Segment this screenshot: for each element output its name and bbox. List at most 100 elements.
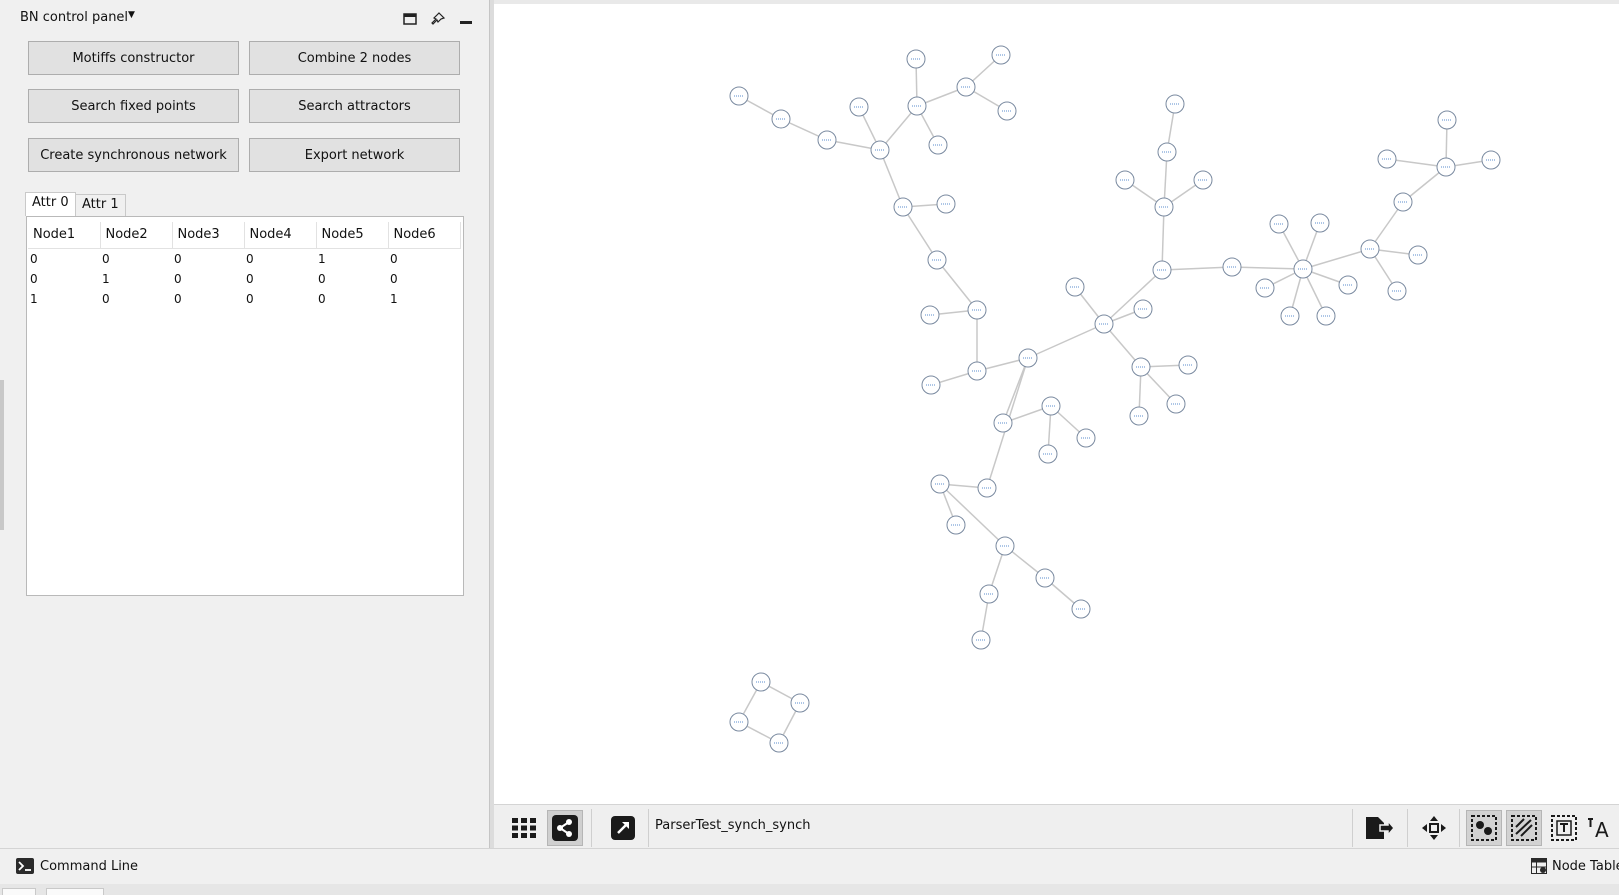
network-node[interactable] bbox=[1018, 348, 1038, 368]
network-node[interactable] bbox=[1436, 157, 1456, 177]
select-annotations-button[interactable] bbox=[1546, 810, 1582, 846]
tab-attr-1[interactable]: Attr 1 bbox=[75, 194, 126, 216]
network-node[interactable] bbox=[771, 109, 791, 129]
select-nodes-button[interactable] bbox=[1466, 810, 1502, 846]
move-button[interactable] bbox=[1416, 810, 1452, 846]
network-node[interactable] bbox=[729, 712, 749, 732]
export-button[interactable] bbox=[1361, 810, 1397, 846]
network-node[interactable] bbox=[1154, 197, 1174, 217]
network-node[interactable] bbox=[921, 375, 941, 395]
network-node[interactable] bbox=[1131, 357, 1151, 377]
network-node[interactable] bbox=[1310, 213, 1330, 233]
minimize-icon[interactable] bbox=[458, 11, 474, 27]
network-node[interactable] bbox=[977, 478, 997, 498]
table-row[interactable]: 0 1 0 0 0 0 bbox=[28, 269, 460, 289]
network-node[interactable] bbox=[769, 733, 789, 753]
create-synchronous-network-button[interactable]: Create synchronous network bbox=[28, 138, 239, 172]
network-node[interactable] bbox=[1437, 110, 1457, 130]
motifs-constructor-button[interactable]: Motiffs constructor bbox=[28, 41, 239, 75]
window-icon[interactable] bbox=[402, 11, 418, 27]
network-node[interactable] bbox=[907, 96, 927, 116]
column-header[interactable]: Node3 bbox=[172, 222, 245, 249]
network-node[interactable] bbox=[995, 536, 1015, 556]
pin-icon[interactable] bbox=[430, 11, 446, 27]
node-table-button[interactable]: Node Table bbox=[1531, 858, 1619, 874]
network-edge[interactable] bbox=[939, 483, 1006, 547]
network-node[interactable] bbox=[1408, 245, 1428, 265]
command-line-button[interactable]: Command Line bbox=[16, 858, 138, 874]
network-node[interactable] bbox=[928, 135, 948, 155]
column-header[interactable]: Node6 bbox=[388, 222, 461, 249]
network-edge[interactable] bbox=[1103, 269, 1163, 325]
network-edge[interactable] bbox=[1027, 323, 1105, 359]
network-node[interactable] bbox=[1115, 170, 1135, 190]
network-node[interactable] bbox=[1280, 306, 1300, 326]
network-node[interactable] bbox=[790, 693, 810, 713]
network-node[interactable] bbox=[993, 413, 1013, 433]
network-node[interactable] bbox=[930, 474, 950, 494]
network-node[interactable] bbox=[893, 197, 913, 217]
network-node[interactable] bbox=[1393, 192, 1413, 212]
network-node[interactable] bbox=[979, 584, 999, 604]
search-fixed-points-button[interactable]: Search fixed points bbox=[28, 89, 239, 123]
network-node[interactable] bbox=[967, 300, 987, 320]
bottom-tab[interactable] bbox=[46, 888, 104, 895]
network-node[interactable] bbox=[997, 101, 1017, 121]
panel-title[interactable]: BN control panel bbox=[20, 10, 128, 25]
network-node[interactable] bbox=[967, 361, 987, 381]
network-node[interactable] bbox=[817, 130, 837, 150]
network-node[interactable] bbox=[1387, 281, 1407, 301]
select-edges-button[interactable] bbox=[1506, 810, 1542, 846]
network-graph[interactable] bbox=[494, 4, 1619, 804]
column-header[interactable]: Node5 bbox=[316, 222, 389, 249]
network-node[interactable] bbox=[1193, 170, 1213, 190]
network-node[interactable] bbox=[1165, 94, 1185, 114]
network-edge[interactable] bbox=[1302, 248, 1371, 270]
export-network-button[interactable]: Export network bbox=[249, 138, 460, 172]
network-canvas[interactable] bbox=[494, 4, 1619, 804]
network-node[interactable] bbox=[1065, 277, 1085, 297]
search-attractors-button[interactable]: Search attractors bbox=[249, 89, 460, 123]
network-node[interactable] bbox=[849, 97, 869, 117]
network-edge[interactable] bbox=[936, 259, 978, 311]
network-node[interactable] bbox=[751, 672, 771, 692]
network-node[interactable] bbox=[1076, 428, 1096, 448]
column-header[interactable]: Node4 bbox=[244, 222, 317, 249]
network-node[interactable] bbox=[1041, 396, 1061, 416]
network-node[interactable] bbox=[1269, 214, 1289, 234]
open-external-button[interactable] bbox=[605, 810, 641, 846]
network-node[interactable] bbox=[729, 86, 749, 106]
network-node[interactable] bbox=[870, 140, 890, 160]
network-node[interactable] bbox=[1377, 149, 1397, 169]
network-node[interactable] bbox=[936, 194, 956, 214]
bottom-tab[interactable] bbox=[2, 888, 36, 895]
network-node[interactable] bbox=[971, 630, 991, 650]
network-node[interactable] bbox=[1293, 259, 1313, 279]
network-node[interactable] bbox=[1038, 444, 1058, 464]
network-node[interactable] bbox=[956, 77, 976, 97]
network-node[interactable] bbox=[991, 45, 1011, 65]
network-node[interactable] bbox=[1338, 275, 1358, 295]
network-node[interactable] bbox=[1129, 406, 1149, 426]
tab-attr-0[interactable]: Attr 0 bbox=[25, 192, 76, 216]
network-node[interactable] bbox=[906, 49, 926, 69]
network-edge[interactable] bbox=[1161, 266, 1233, 271]
table-row[interactable]: 0 0 0 0 1 0 bbox=[28, 248, 460, 269]
network-node[interactable] bbox=[920, 305, 940, 325]
network-node[interactable] bbox=[1481, 150, 1501, 170]
network-node[interactable] bbox=[1178, 355, 1198, 375]
text-size-button[interactable]: A bbox=[1584, 810, 1619, 846]
network-node[interactable] bbox=[1094, 314, 1114, 334]
network-node[interactable] bbox=[1071, 599, 1091, 619]
network-node[interactable] bbox=[1255, 278, 1275, 298]
network-node[interactable] bbox=[1316, 306, 1336, 326]
network-node[interactable] bbox=[1157, 142, 1177, 162]
grid-view-button[interactable] bbox=[506, 810, 542, 846]
network-node[interactable] bbox=[1222, 257, 1242, 277]
network-view-button[interactable] bbox=[547, 810, 583, 846]
network-edge[interactable] bbox=[1231, 266, 1304, 270]
column-header[interactable]: Node2 bbox=[100, 222, 173, 249]
network-node[interactable] bbox=[946, 515, 966, 535]
network-node[interactable] bbox=[1152, 260, 1172, 280]
network-node[interactable] bbox=[1133, 299, 1153, 319]
